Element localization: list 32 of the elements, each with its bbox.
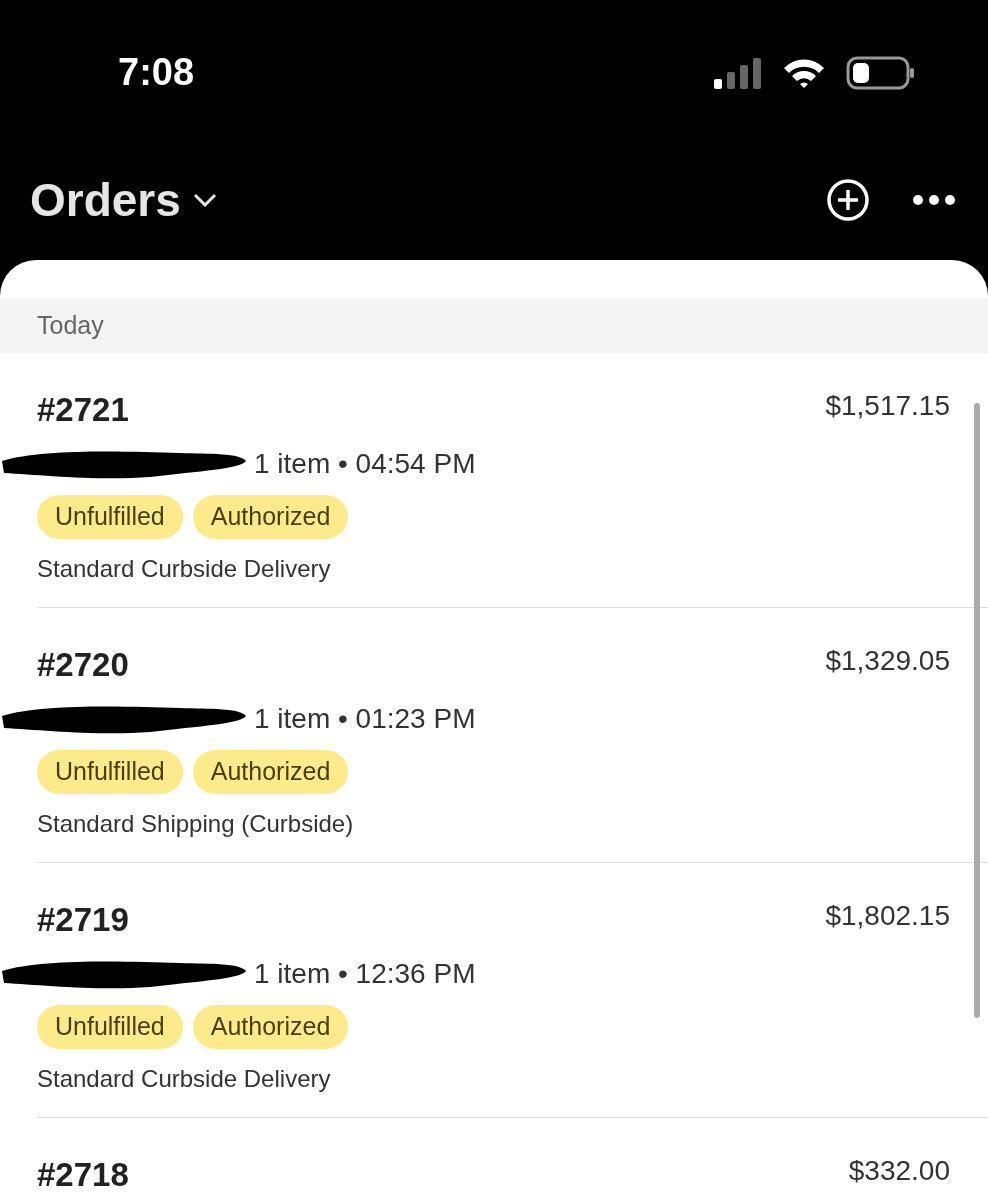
page-title: Orders: [30, 172, 181, 228]
order-total: $1,329.05: [825, 644, 950, 678]
chevron-down-icon[interactable]: [192, 193, 217, 207]
delivery-method: Standard Curbside Delivery: [37, 1063, 332, 1094]
order-summary: 1 item • 12:36 PM: [254, 956, 476, 991]
status-badge: Authorized: [192, 1004, 349, 1049]
battery-icon: [846, 55, 916, 90]
order-total: $1,517.15: [825, 389, 950, 423]
signal-icon: [712, 56, 762, 89]
status-badge: Unfulfilled: [37, 749, 183, 794]
order-total: $1,802.15: [825, 899, 950, 933]
status-badge: Authorized: [192, 749, 349, 794]
order-row[interactable]: #2720 $1,329.05 1 item • 01:23 PM Unfulfilled Authorized Standard Shipping (Curbside): [0, 608, 988, 862]
order-row[interactable]: #2719 $1,802.15 1 item • 12:36 PM Unfulfilled Authorized Standard Curbside Delivery: [0, 863, 988, 1117]
order-row[interactable]: #2721 $1,517.15 1 item • 04:54 PM Unfulfilled Authorized Standard Curbside Delivery: [0, 353, 988, 607]
more-icon[interactable]: [912, 194, 956, 206]
status-badge: Unfulfilled: [37, 1004, 183, 1049]
add-icon[interactable]: [826, 178, 870, 222]
delivery-method: Standard Curbside Delivery: [37, 553, 332, 584]
order-summary: 1 item • 01:23 PM: [254, 701, 476, 736]
order-number: #2720: [37, 645, 129, 685]
order-number: #2718: [37, 1155, 129, 1195]
order-number: #2721: [37, 390, 129, 430]
status-badge: Authorized: [192, 494, 349, 539]
delivery-method: Standard Shipping (Curbside): [37, 808, 355, 839]
status-badge: Unfulfilled: [37, 494, 183, 539]
clock-time: 7:08: [118, 50, 195, 95]
order-summary: 1 item • 04:54 PM: [254, 446, 476, 481]
order-total: $332.00: [848, 1154, 950, 1188]
order-row[interactable]: #2718 $332.00: [0, 1118, 988, 1200]
section-label: Today: [37, 309, 104, 341]
order-number: #2719: [37, 900, 129, 940]
